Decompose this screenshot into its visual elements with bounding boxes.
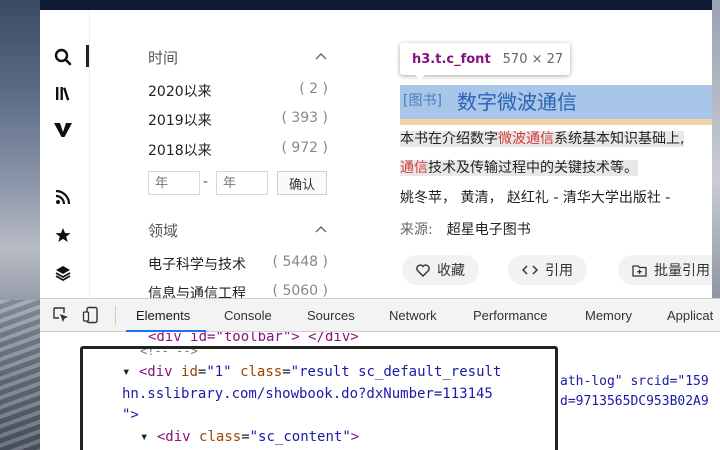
- dom-attr-value: ath-log" srcid="159: [560, 374, 709, 389]
- filter-item-label: 2019以来: [148, 113, 212, 129]
- tab-sources[interactable]: Sources: [307, 299, 355, 332]
- time-filter-item[interactable]: 2019以来 ( 393 ): [148, 110, 328, 130]
- vip-logo-icon[interactable]: [52, 119, 74, 141]
- tab-performance[interactable]: Performance: [473, 299, 547, 332]
- year-range-dash: -: [203, 174, 209, 190]
- filter-panel: 时间 2020以来 ( 2 ) 2019以来 ( 393 ) 2018以来 ( …: [90, 10, 390, 302]
- snippet-text: 技术及传输过程中的关键技术等。: [428, 160, 638, 176]
- snippet-text: 本书在介绍数字: [400, 131, 498, 147]
- side-nav-rail: [40, 10, 90, 298]
- cite-label: 引用: [545, 263, 573, 279]
- chevron-up-icon[interactable]: [315, 51, 327, 63]
- time-filter-item[interactable]: 2020以来 ( 2 ): [148, 81, 328, 101]
- result-title-link[interactable]: 数字微波通信: [457, 86, 577, 115]
- site-top-bar: [40, 0, 712, 10]
- callout-box: [80, 346, 558, 450]
- star-icon[interactable]: [52, 224, 74, 246]
- tab-elements[interactable]: Elements: [136, 299, 190, 332]
- filter-item-count: ( 5448 ): [272, 254, 328, 270]
- rss-icon[interactable]: [52, 186, 74, 208]
- batch-cite-button[interactable]: 批量引用: [618, 255, 712, 285]
- tooltip-selector: h3.t.c_font: [412, 51, 491, 67]
- source-value[interactable]: 超星电子图书: [447, 222, 531, 238]
- add-folder-icon: [632, 264, 647, 277]
- dom-node-line-tail: ath-log" srcid="159: [560, 374, 709, 389]
- snippet-keyword: 通信: [400, 160, 428, 176]
- filter-item-count: ( 2 ): [299, 81, 328, 97]
- heart-icon: [416, 263, 430, 277]
- filter-item-count: ( 5060 ): [272, 283, 328, 299]
- field-filter-item[interactable]: 电子科学与技术 ( 5448 ): [148, 254, 328, 274]
- dom-attr-value: d=9713565DC953B02A9: [560, 394, 709, 409]
- desktop-background: [0, 0, 40, 450]
- devtools-panel: Elements Console Sources Network Perform…: [40, 298, 720, 450]
- device-toggle-icon[interactable]: [82, 306, 100, 324]
- tab-memory[interactable]: Memory: [585, 299, 632, 332]
- time-filter-item[interactable]: 2018以来 ( 972 ): [148, 140, 328, 160]
- toolbar-separator: [115, 306, 116, 325]
- filter-item-label: 电子科学与技术: [148, 257, 246, 273]
- tab-application[interactable]: Applicat: [667, 299, 713, 332]
- inspector-tooltip: h3.t.c_font 570 × 27: [400, 43, 570, 80]
- tab-network[interactable]: Network: [389, 299, 437, 332]
- year-from-input[interactable]: [148, 171, 200, 195]
- library-icon[interactable]: [52, 82, 74, 104]
- snippet-text: 系统基本知识基础上,: [554, 131, 685, 147]
- batch-cite-label: 批量引用: [654, 263, 710, 279]
- desktop-background-right: [712, 0, 720, 300]
- code-brackets-icon: [522, 264, 538, 276]
- nav-active-indicator: [86, 45, 89, 67]
- result-source: 来源: 超星电子图书: [400, 219, 531, 239]
- field-filter-title: 领域: [148, 222, 179, 240]
- filter-item-label: 2018以来: [148, 143, 212, 159]
- result-snippet: 本书在介绍数字微波通信系统基本知识基础上, 通信技术及传输过程中的关键技术等。: [400, 125, 712, 183]
- result-authors: 姚冬苹， 黄清， 赵红礼 - 清华大学出版社 -: [400, 190, 671, 206]
- dom-node-line-tail: d=9713565DC953B02A9: [560, 394, 709, 409]
- chevron-up-icon[interactable]: [315, 224, 327, 236]
- devtools-toolbar: Elements Console Sources Network Perform…: [40, 299, 720, 332]
- result-type-tag: [图书]: [403, 93, 442, 109]
- cite-button[interactable]: 引用: [508, 255, 587, 285]
- source-label: 来源:: [400, 222, 433, 238]
- filter-item-label: 2020以来: [148, 84, 212, 100]
- inspect-element-icon[interactable]: [52, 306, 70, 324]
- confirm-button[interactable]: 确认: [277, 171, 327, 195]
- layers-icon[interactable]: [52, 262, 74, 284]
- time-filter-title: 时间: [148, 49, 179, 67]
- filter-item-count: ( 972 ): [281, 140, 328, 156]
- filter-item-count: ( 393 ): [281, 110, 328, 126]
- collect-button[interactable]: 收藏: [402, 255, 479, 285]
- search-icon[interactable]: [52, 46, 74, 68]
- tab-console[interactable]: Console: [224, 299, 272, 332]
- snippet-keyword: 微波通信: [498, 131, 554, 147]
- year-to-input[interactable]: [216, 171, 268, 195]
- collect-label: 收藏: [437, 263, 465, 279]
- tooltip-size: 570 × 27: [502, 51, 564, 67]
